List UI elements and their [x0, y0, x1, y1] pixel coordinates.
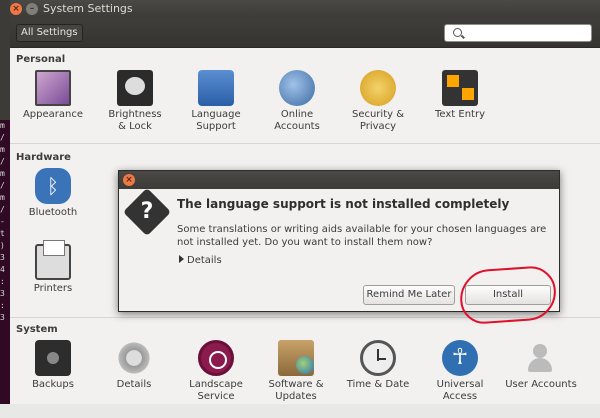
security-icon	[360, 70, 396, 106]
item-details[interactable]: Details	[94, 340, 174, 391]
item-universal-access[interactable]: ☥ Universal Access	[420, 340, 500, 403]
item-label: Online Accounts	[274, 109, 320, 132]
landscape-icon	[198, 340, 234, 376]
toolbar: All Settings	[10, 18, 600, 48]
dialog-message: Some translations or writing aids availa…	[177, 224, 547, 248]
terminal-line: /	[0, 133, 5, 142]
printer-icon	[35, 240, 71, 280]
divider	[10, 143, 600, 144]
section-label-personal: Personal	[16, 54, 66, 65]
clock-icon	[360, 340, 396, 376]
item-label: Brightness & Lock	[108, 109, 162, 132]
terminal-line: :	[0, 277, 5, 286]
item-printers[interactable]: Printers	[13, 240, 93, 295]
online-accounts-icon	[279, 70, 315, 106]
item-label: Details	[116, 379, 152, 390]
terminal-line: :	[0, 301, 5, 310]
item-label: Language Support	[191, 109, 241, 132]
item-brightness-lock[interactable]: Brightness & Lock	[95, 70, 175, 133]
expander-arrow-icon	[179, 255, 184, 263]
details-icon	[116, 340, 152, 376]
item-language-support[interactable]: Language Support	[176, 70, 256, 133]
brightness-icon	[117, 70, 153, 106]
appearance-icon	[35, 70, 71, 106]
terminal-line: /	[0, 157, 5, 166]
terminal-line: 3	[0, 313, 5, 322]
window-titlebar: × – System Settings	[10, 0, 600, 18]
search-icon	[453, 28, 462, 37]
minimize-window-button[interactable]: –	[26, 3, 38, 15]
terminal-line: m	[0, 121, 5, 130]
terminal-line: /	[0, 205, 5, 214]
dialog-heading: The language support is not installed co…	[177, 197, 510, 211]
dialog-titlebar: ×	[119, 171, 559, 189]
dialog-close-button[interactable]: ×	[123, 174, 135, 186]
item-label: Software & Updates	[268, 379, 324, 402]
item-backups[interactable]: Backups	[13, 340, 93, 391]
item-label: Printers	[33, 283, 73, 294]
search-input[interactable]	[444, 24, 592, 42]
item-time-date[interactable]: Time & Date	[338, 340, 418, 391]
item-user-accounts[interactable]: User Accounts	[501, 340, 581, 391]
backups-icon	[35, 340, 71, 376]
item-software-updates[interactable]: Software & Updates	[256, 340, 336, 403]
details-label: Details	[187, 255, 222, 266]
item-label: Backups	[32, 379, 74, 390]
item-label: Bluetooth	[28, 207, 78, 218]
window-title: System Settings	[43, 2, 133, 15]
section-label-hardware: Hardware	[16, 152, 71, 163]
all-settings-button[interactable]: All Settings	[16, 24, 83, 42]
item-bluetooth[interactable]: ᛒ Bluetooth	[13, 168, 93, 219]
item-label: Universal Access	[436, 379, 484, 402]
terminal-line: /	[0, 181, 5, 190]
item-appearance[interactable]: Appearance	[13, 70, 93, 121]
bluetooth-icon: ᛒ	[35, 168, 71, 204]
details-expander[interactable]: Details	[179, 255, 222, 266]
terminal-line: m	[0, 193, 5, 202]
terminal-line: 3	[0, 253, 5, 262]
item-text-entry[interactable]: Text Entry	[420, 70, 500, 121]
text-entry-icon	[442, 70, 478, 106]
item-online-accounts[interactable]: Online Accounts	[257, 70, 337, 133]
language-icon	[198, 70, 234, 106]
remind-me-later-button[interactable]: Remind Me Later	[363, 285, 455, 305]
item-security-privacy[interactable]: Security & Privacy	[338, 70, 418, 133]
terminal-line: t	[0, 229, 5, 238]
item-label: Time & Date	[346, 379, 410, 390]
user-accounts-icon	[523, 340, 559, 376]
item-label: Landscape Service	[189, 379, 243, 402]
item-label: User Accounts	[505, 379, 577, 390]
terminal-line: -	[0, 217, 5, 226]
terminal-line: m	[0, 169, 5, 178]
item-label: Text Entry	[434, 109, 485, 120]
item-landscape-service[interactable]: Landscape Service	[176, 340, 256, 403]
terminal-line: )	[0, 241, 5, 250]
universal-access-icon: ☥	[442, 340, 478, 376]
item-label: Appearance	[22, 109, 84, 120]
close-window-button[interactable]: ×	[10, 3, 22, 15]
item-label: Security & Privacy	[351, 109, 405, 132]
terminal-line: 3	[0, 289, 5, 298]
terminal-line: m	[0, 145, 5, 154]
question-mark-glyph: ?	[140, 199, 154, 224]
background-terminal: m / m / m / m / - t) 3 4: 3: 3	[0, 120, 10, 418]
section-label-system: System	[16, 324, 58, 335]
software-icon	[278, 340, 314, 376]
terminal-line: 4	[0, 265, 5, 274]
background-strip	[0, 404, 600, 418]
